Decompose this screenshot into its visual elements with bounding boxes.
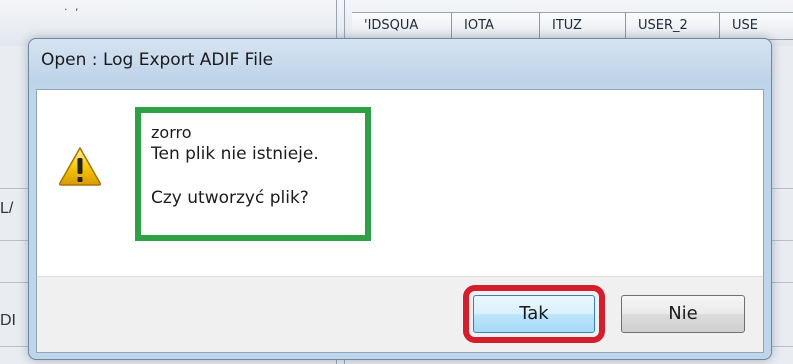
background-grid-header: 'IDSQUA IOTA ITUZ USER_2 USE (352, 12, 793, 40)
message-line-create-question: Czy utworzyć plik? (151, 188, 309, 208)
grid-column-header[interactable]: USER_2 (626, 13, 720, 39)
background-label: L/ (0, 200, 14, 217)
grid-column-header[interactable]: ITUZ (540, 13, 626, 39)
grid-column-header[interactable]: 'IDSQUA (352, 13, 452, 39)
message-dialog: Open : Log Export ADIF File zorro Ten pl… (28, 38, 772, 360)
yes-button[interactable]: Tak (473, 295, 595, 333)
background-dots: . , (64, 0, 81, 13)
message-line-not-exists: Ten plik nie istnieje. (151, 144, 319, 164)
dialog-body: zorro Ten plik nie istnieje. Czy utworzy… (36, 89, 764, 353)
dialog-titlebar[interactable]: Open : Log Export ADIF File (29, 39, 771, 85)
no-button[interactable]: Nie (621, 295, 745, 333)
dialog-title: Open : Log Export ADIF File (41, 50, 274, 70)
grid-column-header[interactable]: USE (720, 13, 793, 39)
background-label: DI (0, 312, 16, 329)
message-file-name: zorro (151, 123, 192, 142)
warning-icon (58, 147, 102, 186)
message-highlight: zorro Ten plik nie istnieje. Czy utworzy… (135, 107, 371, 241)
dialog-content: zorro Ten plik nie istnieje. Czy utworzy… (37, 90, 763, 276)
dialog-button-bar: Tak Nie (37, 276, 763, 352)
grid-column-header[interactable]: IOTA (452, 13, 540, 39)
